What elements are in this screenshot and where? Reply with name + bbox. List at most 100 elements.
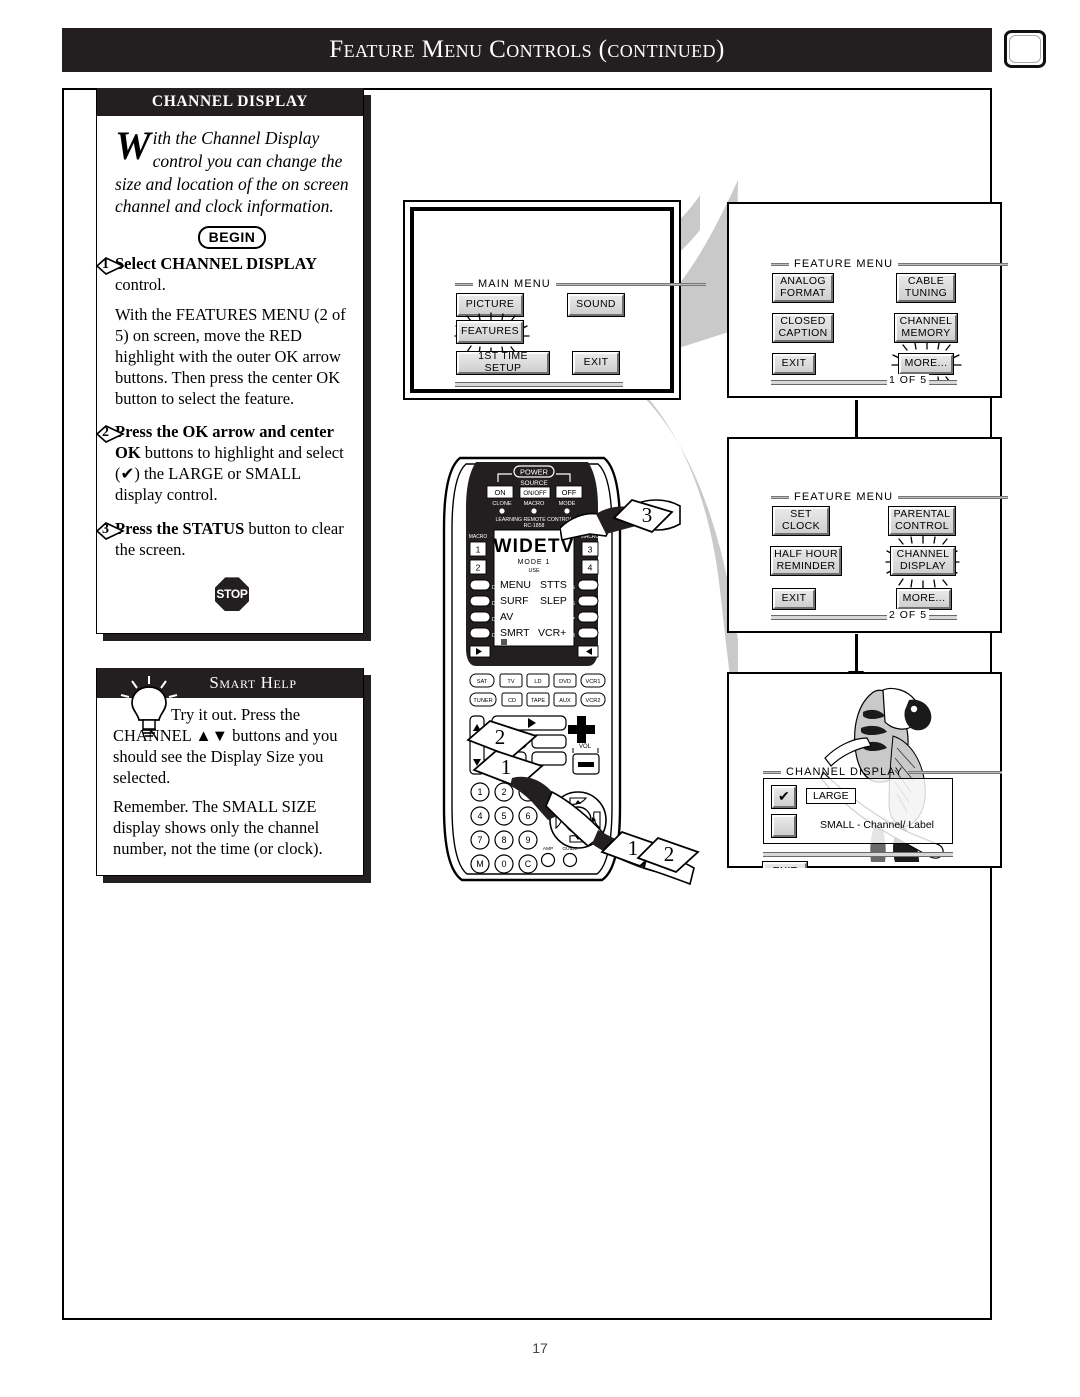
- svg-text:SURF: SURF: [500, 595, 529, 607]
- channel-display-panel-heading: CHANNEL DISPLAY: [97, 88, 363, 116]
- step-3-bold: Press the STATUS: [115, 519, 245, 539]
- main-menu-button-sound[interactable]: SOUND: [567, 293, 625, 317]
- smart-help-panel: Smart Help Try it out. Press the CHANNEL…: [96, 668, 364, 876]
- button-label-line2: TUNING: [904, 287, 948, 299]
- feature-menu-2-button-channel-display[interactable]: CHANNEL DISPLAY: [890, 546, 956, 576]
- main-menu-button-1st-time-setup[interactable]: 1ST TIME SETUP: [456, 350, 550, 375]
- channel-display-checkbox-large[interactable]: ✔: [771, 785, 797, 809]
- drop-cap: W: [115, 123, 151, 168]
- feature-menu-1-page-indicator: 1 OF 5: [887, 374, 930, 386]
- main-menu-button-picture[interactable]: PICTURE: [456, 293, 524, 317]
- step-number: 2: [102, 424, 109, 440]
- svg-text:D8: D8: [568, 633, 575, 639]
- channel-display-button-exit[interactable]: EXIT: [762, 861, 808, 868]
- feature-menu-2-button-half-hour-reminder[interactable]: HALF HOUR REMINDER: [770, 546, 842, 576]
- step-2: 2 Press the OK arrow and center OK butto…: [95, 422, 349, 506]
- step-3: 3 Press the STATUS button to clear the s…: [95, 519, 349, 561]
- button-label-line1: EXIT: [781, 357, 807, 370]
- svg-text:RC-1858: RC-1858: [524, 523, 545, 529]
- feature-menu-1-button-analog-format[interactable]: ANALOG FORMAT: [772, 273, 834, 303]
- feature-menu-2-button-more[interactable]: MORE...: [896, 588, 952, 610]
- svg-text:CLONE: CLONE: [492, 501, 512, 507]
- main-menu-button-features[interactable]: FEATURES: [456, 320, 524, 344]
- svg-text:2: 2: [476, 563, 481, 573]
- button-label-line2: CAPTION: [778, 327, 828, 339]
- callout-2-bottom: 2: [636, 834, 700, 874]
- feature-menu-2-title-row: FEATURE MENU: [771, 491, 1009, 503]
- main-menu-title: MAIN MENU: [478, 278, 551, 290]
- step-1-bold: Select CHANNEL DISPLAY: [115, 254, 317, 273]
- svg-text:D4: D4: [492, 633, 499, 639]
- button-label-line2: REMINDER: [776, 560, 836, 572]
- callout-3: 3: [612, 496, 674, 536]
- stop-sign-wrapper: STOP: [115, 577, 349, 612]
- feature-menu-1-button-exit[interactable]: EXIT: [772, 353, 816, 375]
- page-title: Feature Menu Controls (continued): [329, 36, 725, 63]
- feature-menu-1-button-closed-caption[interactable]: CLOSED CAPTION: [772, 313, 834, 343]
- button-label-line2: CONTROL: [895, 520, 949, 532]
- svg-text:D6: D6: [568, 601, 575, 607]
- svg-text:VCR1: VCR1: [586, 679, 601, 685]
- svg-text:VCR+: VCR+: [538, 627, 566, 639]
- button-label: 1ST TIME SETUP: [478, 350, 528, 374]
- svg-text:SAT: SAT: [477, 679, 488, 685]
- step-number-diamond: 2: [95, 424, 125, 443]
- lightbulb-icon: [120, 676, 178, 737]
- button-label: EXIT: [583, 356, 609, 369]
- svg-text:ON/OFF: ON/OFF: [523, 490, 547, 497]
- callout-2b-number: 2: [663, 841, 675, 866]
- page-header: Feature Menu Controls (continued): [62, 28, 992, 72]
- button-label-line1: EXIT: [781, 592, 807, 605]
- feature-menu-2-button-exit[interactable]: EXIT: [772, 588, 816, 610]
- svg-text:TV: TV: [507, 679, 514, 685]
- step-number: 3: [102, 522, 109, 538]
- step-number-diamond: 3: [95, 521, 125, 541]
- main-menu-title-row: MAIN MENU: [455, 278, 706, 290]
- svg-text:8: 8: [501, 835, 506, 845]
- step-number: 1: [102, 257, 109, 272]
- channel-display-option-large-label: LARGE: [806, 788, 856, 804]
- button-label-line2: FORMAT: [780, 287, 826, 299]
- check-icon: ✔: [777, 788, 791, 805]
- button-label: FEATURES: [460, 325, 520, 338]
- main-menu-button-exit[interactable]: EXIT: [572, 351, 620, 375]
- svg-text:LD: LD: [534, 679, 541, 685]
- feature-menu-1-button-cable-tuning[interactable]: CABLE TUNING: [896, 273, 956, 303]
- page-number: 17: [532, 1340, 548, 1356]
- svg-text:AV: AV: [500, 611, 513, 623]
- svg-text:D3: D3: [492, 617, 499, 623]
- screen-feature-menu-1: FEATURE MENU ANALOG FORMAT CABLE TUNING …: [727, 202, 1009, 398]
- step-1-detail: With the FEATURES MENU (2 of 5) on scree…: [115, 304, 346, 408]
- svg-text:ON: ON: [494, 488, 505, 497]
- tv-icon: [1004, 30, 1046, 68]
- button-label-line1: MORE...: [902, 592, 946, 605]
- step-1-rest: control.: [115, 274, 166, 294]
- svg-text:7: 7: [477, 835, 482, 845]
- begin-badge-wrapper: BEGIN: [115, 226, 349, 249]
- svg-text:5: 5: [501, 811, 506, 821]
- feature-menu-2-button-parental-control[interactable]: PARENTAL CONTROL: [888, 506, 956, 536]
- svg-text:MACRO: MACRO: [469, 534, 488, 540]
- intro-paragraph: With the Channel Display control you can…: [115, 123, 349, 218]
- channel-display-panel: CHANNEL DISPLAY With the Channel Display…: [95, 88, 364, 634]
- feature-menu-1-button-more[interactable]: MORE...: [898, 353, 954, 375]
- callout-3-number: 3: [641, 502, 653, 527]
- svg-text:D1: D1: [492, 585, 499, 591]
- feature-menu-1-button-channel-memory[interactable]: CHANNEL MEMORY: [894, 313, 958, 343]
- svg-text:D2: D2: [492, 601, 499, 607]
- feature-menu-1-title-row: FEATURE MENU: [771, 258, 1009, 270]
- svg-text:1: 1: [476, 545, 481, 555]
- button-label-line1: MORE...: [904, 357, 948, 370]
- svg-text:VCR2: VCR2: [586, 698, 601, 704]
- channel-display-checkbox-small[interactable]: [771, 814, 797, 838]
- smart-help-heading-text: Smart Help: [209, 673, 297, 692]
- flow-arrow-2: [848, 634, 864, 684]
- main-menu-bottom-bar: [455, 382, 623, 387]
- svg-text:USE: USE: [528, 568, 539, 574]
- button-label-line2: CLOCK: [782, 520, 820, 532]
- feature-menu-2-button-set-clock[interactable]: SET CLOCK: [772, 506, 830, 536]
- step-2-rest: buttons to highlight and select (✔) the …: [115, 442, 344, 504]
- button-label: EXIT: [773, 865, 798, 868]
- svg-text:4: 4: [477, 811, 482, 821]
- svg-text:CD: CD: [508, 698, 516, 704]
